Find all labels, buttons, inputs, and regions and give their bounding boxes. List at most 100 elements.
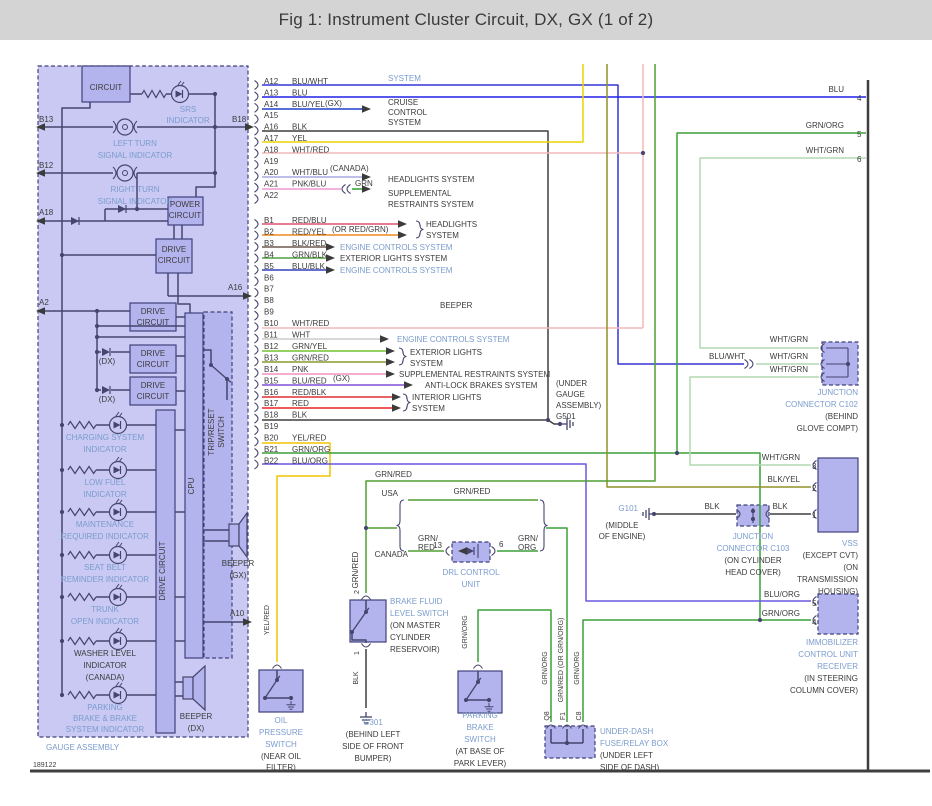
wire-color-label: BLU/RED — [292, 376, 327, 385]
pin-arc-icon — [254, 413, 259, 424]
arrow-icon — [392, 404, 401, 412]
label: (ON — [843, 563, 858, 572]
label: PARK LEVER) — [454, 759, 507, 768]
label: (AT BASE OF — [455, 747, 504, 756]
label: BLK/YEL — [768, 475, 801, 484]
pin-label: B20 — [264, 434, 279, 443]
label: TRUNK — [91, 605, 119, 614]
figure-title: Fig 1: Instrument Cluster Circuit, DX, G… — [278, 10, 654, 29]
label: (ON CYLINDER — [724, 556, 782, 565]
connector-arc-icon — [346, 184, 351, 194]
pin-label: A12 — [264, 77, 279, 86]
label: IMMOBILIZER — [806, 638, 858, 647]
label: CIRCUIT — [137, 318, 170, 327]
label: WHT/GRN — [762, 453, 800, 462]
arrow-icon — [404, 381, 413, 389]
label: A16 — [228, 283, 243, 292]
label: OPEN INDICATOR — [71, 617, 139, 626]
label: LEFT TURN — [113, 139, 157, 148]
label: CIRCUIT — [90, 83, 123, 92]
label: DRIVE — [141, 381, 165, 390]
junction-dot — [94, 308, 100, 314]
arrow-icon — [380, 335, 389, 343]
arrow-icon — [326, 254, 335, 262]
label: INDICATOR — [166, 116, 209, 125]
label: Q8 — [544, 711, 551, 720]
pin-label: B15 — [264, 376, 279, 385]
label: UNDER-DASH — [600, 727, 654, 736]
junction-dot — [94, 349, 100, 355]
label: CONNECTOR C103 — [717, 544, 790, 553]
arrow-icon — [326, 266, 335, 274]
junction-dot — [651, 511, 657, 517]
label: F1 — [560, 712, 567, 720]
pin-arc-icon — [254, 80, 259, 90]
wire-color-label: BLK — [292, 123, 308, 132]
label: 2 — [354, 590, 361, 594]
label: (CANADA) — [86, 673, 125, 682]
wire-color-label: BLU/WHT — [292, 77, 328, 86]
junction-dot — [212, 124, 218, 130]
connector-arc-icon — [744, 359, 749, 369]
label: CIRCUIT — [169, 211, 202, 220]
label: (UNDER LEFT — [600, 751, 653, 760]
label: BEEPER — [180, 712, 213, 721]
connector-arc-icon — [473, 664, 483, 669]
label: DRIVE — [162, 245, 186, 254]
junction-dot — [59, 552, 65, 558]
pin-arc-icon — [254, 182, 259, 193]
pin-arc-icon — [254, 333, 259, 344]
wire-color-label: RED/YEL — [292, 227, 327, 236]
label: VSS — [842, 539, 858, 548]
arrow-icon — [386, 358, 395, 366]
under-dash-fuse-relay-box — [544, 725, 596, 759]
label: SWITCH — [464, 735, 496, 744]
label: A10 — [230, 609, 245, 618]
pin-label: B19 — [264, 422, 279, 431]
pin-label: B21 — [264, 445, 279, 454]
label: (DX) — [188, 724, 205, 733]
wire-wire-b21-grnorg — [262, 452, 761, 620]
label: ENGINE CONTROLS SYSTEM — [397, 335, 510, 344]
label: BUMPER) — [355, 754, 392, 763]
label: SWITCH — [217, 416, 226, 448]
label: (CANADA) — [330, 164, 369, 173]
pin-arc-icon — [254, 194, 259, 204]
label: WHT/GRN — [806, 146, 844, 155]
label: JUNCTION — [818, 388, 859, 397]
pin-label: B17 — [264, 399, 279, 408]
connector-arc-icon — [491, 546, 496, 556]
label: POWER — [170, 200, 200, 209]
label: (UNDER — [556, 379, 587, 388]
pin-label: B11 — [264, 331, 278, 340]
wire-wire-c102-vss-whtgrn — [689, 376, 819, 466]
label: (DX) — [99, 395, 116, 404]
pin-arc-icon — [254, 344, 259, 355]
pin-arc-icon — [254, 390, 259, 401]
label: BLK — [772, 502, 788, 511]
figure-title-bar: Fig 1: Instrument Cluster Circuit, DX, G… — [0, 0, 932, 40]
label: TRIP/RESET — [207, 408, 216, 455]
pin-label: B18 — [264, 411, 279, 420]
wire-color-label: PNK/BLU — [292, 180, 326, 189]
junction-dot — [363, 525, 369, 531]
label: SYSTEM — [426, 231, 459, 240]
label: B13 — [39, 115, 54, 124]
arrow-icon — [398, 231, 407, 239]
label: C8 — [576, 711, 583, 720]
junction-dot — [134, 206, 140, 212]
label: (BEHIND — [825, 412, 858, 421]
connector-arc-icon — [272, 664, 282, 669]
label: WASHER LEVEL — [74, 649, 136, 658]
label: GRN/ORG — [542, 651, 549, 684]
label: G101 — [618, 504, 638, 513]
label: (GX) — [333, 374, 350, 383]
label: 6 — [857, 155, 862, 164]
label: UNIT — [462, 580, 481, 589]
pin-label: A19 — [264, 157, 279, 166]
wire-color-label: BLK/RED — [292, 239, 326, 248]
wire-color-label: GRN/BLK — [292, 250, 328, 259]
pin-label: B13 — [264, 353, 279, 362]
connector-arc-icon — [445, 546, 450, 556]
junction-dot — [845, 361, 851, 367]
